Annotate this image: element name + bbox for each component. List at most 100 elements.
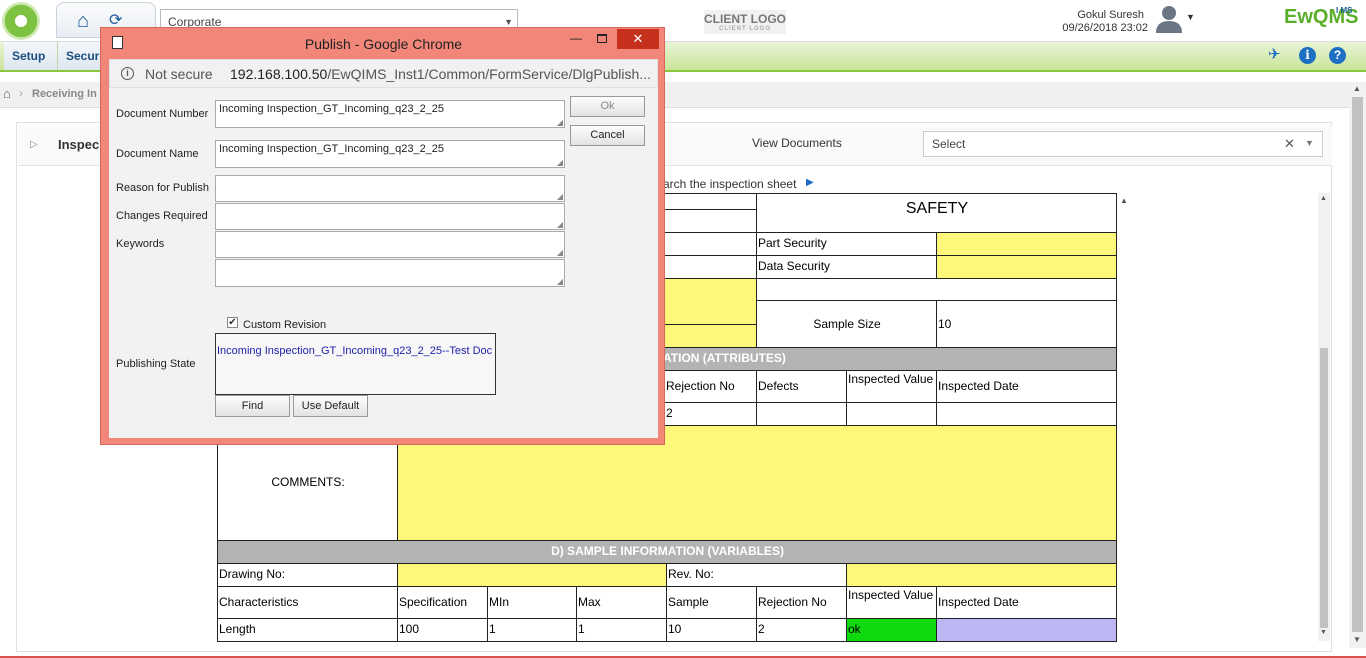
resize-grip-icon[interactable]: ◢ — [557, 220, 563, 229]
scroll-down-icon[interactable]: ▼ — [1353, 635, 1361, 644]
doc-name-value: Incoming Inspection_GT_Incoming_q23_2_25 — [219, 143, 445, 155]
changes-label: Changes Required — [116, 210, 208, 222]
search-inspection-sheet-link[interactable]: arch the inspection sheet — [663, 177, 796, 191]
ok-button[interactable]: Ok — [570, 96, 645, 117]
panel-scrollbar[interactable]: ▲ ▼ — [1318, 193, 1330, 641]
view-documents-select[interactable]: Select — [923, 131, 1323, 157]
chevron-down-icon[interactable]: ▼ — [1305, 138, 1314, 148]
use-default-button[interactable]: Use Default — [293, 395, 368, 417]
home-icon[interactable]: ⌂ — [77, 11, 99, 31]
info-icon[interactable]: i — [1299, 47, 1316, 64]
sheet-cell — [660, 255, 757, 279]
clear-icon[interactable]: ✕ — [1284, 136, 1295, 152]
doc-name-field[interactable]: Incoming Inspection_GT_Incoming_q23_2_25… — [215, 140, 565, 168]
sheet-yellow-cell[interactable] — [660, 324, 757, 348]
variables-section-header: D) SAMPLE INFORMATION (VARIABLES) — [217, 540, 1117, 564]
breadcrumb-home-icon[interactable]: ⌂ — [3, 86, 11, 101]
url-path: /EwQIMS_Inst1/Common/FormService/DlgPubl… — [327, 66, 651, 82]
attr-col-header: Inspected Value — [846, 370, 937, 403]
scroll-up-icon[interactable]: ▲ — [1353, 84, 1361, 93]
drawing-no-field[interactable] — [397, 563, 667, 587]
scroll-down-icon[interactable]: ▼ — [1320, 629, 1327, 636]
resize-grip-icon[interactable]: ◢ — [557, 118, 563, 127]
brand-logo-sup: I MS — [1336, 6, 1353, 15]
custom-revision-checkbox[interactable]: ✔ — [227, 317, 238, 328]
var-col-header: Inspected Value — [846, 586, 937, 619]
app-logo[interactable] — [2, 2, 40, 40]
scrollbar-thumb[interactable] — [1320, 348, 1328, 628]
resize-grip-icon[interactable]: ◢ — [557, 192, 563, 201]
var-col-header: Inspected Date — [936, 586, 1117, 619]
attributes-section-header: ATION (ATTRIBUTES) — [660, 347, 1117, 371]
menu-item-setup[interactable]: Setup — [4, 42, 58, 70]
publishing-state-label: Publishing State — [116, 358, 196, 370]
extra-field[interactable]: ◢ — [215, 259, 565, 287]
rev-no-field[interactable] — [846, 563, 1117, 587]
sheet-scrollbar[interactable]: ▲ — [1116, 193, 1132, 648]
part-security-value[interactable] — [936, 232, 1117, 256]
var-cell[interactable]: 100 — [397, 618, 488, 642]
user-avatar-icon[interactable] — [1154, 3, 1184, 33]
sheet-yellow-cell[interactable] — [660, 278, 757, 325]
attr-col-header: Defects — [756, 370, 847, 403]
pin-icon[interactable]: ✈ — [1268, 47, 1284, 63]
var-col-header: MIn — [487, 586, 577, 619]
doc-number-value: Incoming Inspection_GT_Incoming_q23_2_25 — [219, 103, 445, 115]
var-cell-inspected-value[interactable]: ok — [846, 618, 937, 642]
help-icon[interactable]: ? — [1329, 47, 1346, 64]
minimize-icon[interactable]: — — [570, 31, 582, 45]
user-name: Gokul Suresh — [1077, 9, 1144, 21]
sheet-cell — [660, 232, 757, 256]
reason-field[interactable]: ◢ — [215, 175, 565, 202]
var-cell[interactable]: 1 — [576, 618, 667, 642]
security-status: Not secure — [145, 66, 213, 82]
menu-item-security[interactable]: Secur — [58, 42, 102, 70]
var-cell[interactable]: 2 — [756, 618, 847, 642]
changes-field[interactable]: ◢ — [215, 203, 565, 230]
doc-number-label: Document Number — [116, 108, 209, 120]
info-icon[interactable]: i — [121, 67, 134, 80]
data-security-label: Data Security — [756, 255, 937, 279]
scroll-up-icon[interactable]: ▲ — [1320, 195, 1327, 202]
resize-grip-icon[interactable]: ◢ — [557, 277, 563, 286]
view-documents-select-value: Select — [932, 137, 966, 151]
reason-label: Reason for Publish — [116, 182, 209, 194]
rev-no-label: Rev. No: — [666, 563, 847, 587]
doc-number-field[interactable]: Incoming Inspection_GT_Incoming_q23_2_25… — [215, 100, 565, 128]
url-host: 192.168.100.50 — [230, 66, 328, 82]
resize-grip-icon[interactable]: ◢ — [557, 158, 563, 167]
scrollbar-thumb[interactable] — [1352, 97, 1363, 632]
var-cell-inspected-date[interactable] — [936, 618, 1117, 642]
data-security-value[interactable] — [936, 255, 1117, 279]
keywords-label: Keywords — [116, 238, 165, 250]
cancel-button[interactable]: Cancel — [570, 125, 645, 146]
url-text[interactable]: 192.168.100.50/EwQIMS_Inst1/Common/FormS… — [230, 66, 651, 82]
find-button[interactable]: Find — [215, 395, 290, 417]
resize-grip-icon[interactable]: ◢ — [557, 248, 563, 257]
var-cell[interactable]: 10 — [666, 618, 757, 642]
part-security-label: Part Security — [756, 232, 937, 256]
var-col-header: Specification — [397, 586, 488, 619]
collapse-arrow-icon[interactable]: ▷ — [30, 139, 38, 150]
var-cell[interactable]: Length — [217, 618, 398, 642]
url-bar[interactable]: i Not secure 192.168.100.50/EwQIMS_Inst1… — [109, 59, 658, 88]
user-datetime: 09/26/2018 23:02 — [1062, 22, 1148, 34]
var-cell[interactable]: 1 — [487, 618, 577, 642]
breadcrumb-item[interactable]: Receiving In — [32, 88, 97, 100]
doc-name-label: Document Name — [116, 148, 199, 160]
attr-cell[interactable] — [846, 402, 937, 426]
search-arrow-icon[interactable]: ▶ — [806, 177, 814, 188]
scroll-up-icon[interactable]: ▲ — [1120, 196, 1128, 205]
attr-cell[interactable]: 2 — [660, 402, 757, 426]
attr-col-header: Inspected Date — [936, 370, 1117, 403]
keywords-field[interactable]: ◢ — [215, 231, 565, 258]
user-menu-chevron-icon[interactable]: ▼ — [1186, 12, 1195, 22]
attr-cell[interactable] — [936, 402, 1117, 426]
page-scrollbar[interactable]: ▲ ▼ — [1349, 82, 1366, 648]
attr-cell[interactable] — [756, 402, 847, 426]
maximize-icon[interactable] — [597, 34, 607, 43]
close-icon[interactable]: ✕ — [617, 29, 659, 49]
panel-title: Inspec — [58, 137, 100, 152]
var-col-header: Rejection No — [756, 586, 847, 619]
sample-size-value[interactable]: 10 — [936, 300, 1117, 348]
